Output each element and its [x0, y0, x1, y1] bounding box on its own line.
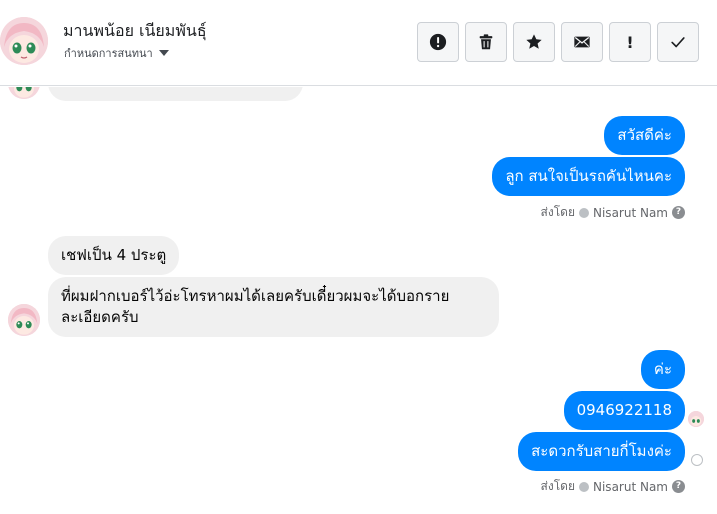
label-dropdown-text: กำหนดการสนทนา [64, 47, 153, 60]
message-bubble-incoming[interactable] [48, 87, 303, 101]
exclamation-circle-icon [429, 33, 447, 51]
sent-by-label: ส่งโดย Nisarut Nam ? [541, 477, 685, 496]
chevron-down-icon [158, 50, 169, 56]
contact-avatar-small [8, 87, 40, 99]
contact-avatar[interactable] [0, 17, 48, 65]
help-icon[interactable]: ? [672, 206, 685, 219]
anime-avatar-icon [0, 17, 48, 65]
mark-unread-button[interactable] [561, 22, 603, 62]
message-bubble-outgoing[interactable]: ค่ะ [640, 350, 685, 389]
sent-by-label: ส่งโดย Nisarut Nam ? [541, 203, 685, 222]
seen-avatar [688, 411, 704, 427]
message-bubble-outgoing[interactable]: 0946922118 [563, 391, 685, 430]
star-button[interactable] [513, 22, 555, 62]
help-icon[interactable]: ? [672, 480, 685, 493]
message-thread[interactable]: สวัสดีค่ะ ลูก สนใจเป็นรถคันไหนคะ ส่งโดย … [0, 87, 717, 514]
sent-check-icon [579, 207, 589, 218]
star-icon [526, 34, 542, 49]
conversation-toolbar: ! [417, 22, 699, 62]
message-bubble-outgoing[interactable]: สวัสดีค่ะ [604, 116, 685, 155]
contact-avatar-small[interactable] [8, 304, 40, 336]
contact-name[interactable]: มานพน้อย เนียมพันธุ์ [63, 19, 207, 44]
delivered-check-icon [691, 454, 703, 466]
exclamation-icon: ! [626, 32, 634, 52]
message-bubble-incoming[interactable]: เชฟเป็น 4 ประตู [48, 236, 180, 275]
trash-icon [479, 34, 493, 50]
conversation-header: มานพน้อย เนียมพันธุ์ กำหนดการสนทนา ! [0, 0, 717, 86]
message-bubble-outgoing[interactable]: สะดวกรับสายกี่โมงค่ะ [518, 432, 685, 471]
envelope-icon [574, 36, 590, 48]
anime-avatar-icon [8, 304, 40, 336]
message-bubble-outgoing[interactable]: ลูก สนใจเป็นรถคันไหนคะ [492, 157, 685, 196]
message-bubble-incoming[interactable]: ที่ผมฝากเบอร์ไว้อ่ะโทรหาผมได้เลยครับเดี๋… [48, 277, 499, 337]
conversation-label-dropdown[interactable]: กำหนดการสนทนา [64, 44, 169, 62]
follow-up-button[interactable]: ! [609, 22, 651, 62]
mark-done-button[interactable] [657, 22, 699, 62]
check-icon [671, 37, 685, 48]
anime-avatar-icon [688, 411, 704, 427]
anime-avatar-icon [8, 87, 40, 99]
delete-button[interactable] [465, 22, 507, 62]
sent-check-icon [579, 481, 589, 492]
mark-spam-button[interactable] [417, 22, 459, 62]
